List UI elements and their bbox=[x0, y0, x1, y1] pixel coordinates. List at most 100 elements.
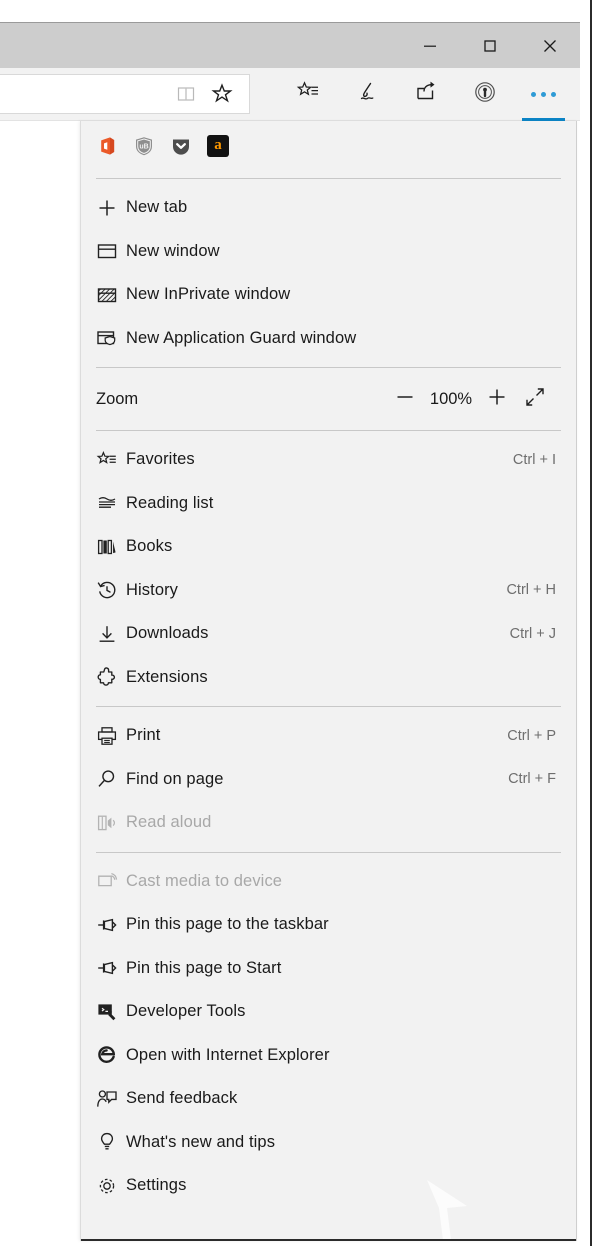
menu-item-extensions[interactable]: Extensions bbox=[81, 656, 576, 700]
window-top-strip bbox=[0, 0, 600, 22]
menu-item-print[interactable]: Print Ctrl + P bbox=[81, 714, 576, 758]
close-button[interactable] bbox=[520, 23, 580, 68]
menu-item-read-aloud[interactable]: Read aloud bbox=[81, 801, 576, 845]
zoom-row: Zoom 100% bbox=[81, 375, 576, 423]
menu-item-shortcut: Ctrl + I bbox=[513, 452, 556, 468]
gear-icon bbox=[96, 1174, 126, 1198]
share-button[interactable] bbox=[396, 68, 455, 121]
menu-item-label: Read aloud bbox=[126, 813, 211, 832]
star-icon[interactable] bbox=[209, 81, 235, 107]
amazon-icon[interactable]: a bbox=[207, 135, 229, 157]
minimize-icon bbox=[422, 38, 438, 54]
favorites-hub-button[interactable] bbox=[278, 68, 337, 121]
zoom-in-button[interactable] bbox=[478, 382, 516, 416]
menu-item-send-feedback[interactable]: Send feedback bbox=[81, 1077, 576, 1121]
menu-item-cast-media-to-device[interactable]: Cast media to device bbox=[81, 860, 576, 904]
reading-list-icon bbox=[96, 491, 126, 515]
internet-explorer-icon bbox=[96, 1043, 126, 1067]
plus-icon bbox=[96, 196, 126, 220]
pin-icon bbox=[96, 956, 126, 980]
menu-item-label: Print bbox=[126, 726, 160, 745]
ellipsis-icon bbox=[531, 92, 556, 97]
menu-bottom-edge bbox=[81, 1239, 577, 1241]
menu-item-label: New window bbox=[126, 242, 220, 261]
menu-item-pin-to-taskbar[interactable]: Pin this page to the taskbar bbox=[81, 903, 576, 947]
book-icon[interactable] bbox=[173, 81, 199, 107]
menu-item-history[interactable]: History Ctrl + H bbox=[81, 569, 576, 613]
menu-item-pin-to-start[interactable]: Pin this page to Start bbox=[81, 947, 576, 991]
shield-ub-icon[interactable]: uB bbox=[133, 135, 155, 157]
history-icon bbox=[96, 578, 126, 602]
menu-item-label: Send feedback bbox=[126, 1089, 237, 1108]
menu-item-developer-tools[interactable]: Developer Tools bbox=[81, 990, 576, 1034]
menu-item-shortcut: Ctrl + J bbox=[510, 626, 556, 642]
plus-icon bbox=[486, 386, 508, 413]
pin-icon bbox=[96, 913, 126, 937]
menu-item-reading-list[interactable]: Reading list bbox=[81, 482, 576, 526]
menu-item-label: New tab bbox=[126, 198, 187, 217]
menu-item-label: Extensions bbox=[126, 668, 208, 687]
menu-item-find-on-page[interactable]: Find on page Ctrl + F bbox=[81, 758, 576, 802]
menu-item-new-inprivate-window[interactable]: New InPrivate window bbox=[81, 273, 576, 317]
search-icon bbox=[96, 767, 126, 791]
menu-item-label: History bbox=[126, 581, 178, 600]
read-aloud-icon bbox=[96, 811, 126, 835]
settings-and-more-button[interactable] bbox=[514, 68, 573, 121]
menu-item-new-tab[interactable]: New tab bbox=[81, 186, 576, 230]
account-button[interactable] bbox=[455, 68, 514, 121]
zoom-controls: 100% bbox=[386, 382, 554, 416]
browser-window: uB a New tab bbox=[0, 0, 600, 1246]
toolbar-actions bbox=[278, 68, 573, 121]
menu-item-label: Reading list bbox=[126, 494, 213, 513]
feedback-icon bbox=[96, 1087, 126, 1111]
pen-icon bbox=[354, 79, 380, 110]
menu-item-label: Pin this page to Start bbox=[126, 959, 281, 978]
star-list-icon bbox=[96, 448, 126, 472]
browser-toolbar bbox=[0, 68, 580, 121]
menu-item-label: Books bbox=[126, 537, 172, 556]
minus-icon bbox=[394, 386, 416, 413]
menu-item-label: Settings bbox=[126, 1176, 186, 1195]
menu-item-open-with-internet-explorer[interactable]: Open with Internet Explorer bbox=[81, 1034, 576, 1078]
fullscreen-button[interactable] bbox=[516, 382, 554, 416]
share-icon bbox=[413, 79, 439, 110]
address-bar[interactable] bbox=[0, 74, 250, 114]
menu-item-new-application-guard-window[interactable]: New Application Guard window bbox=[81, 317, 576, 361]
menu-item-new-window[interactable]: New window bbox=[81, 230, 576, 274]
close-icon bbox=[541, 37, 559, 55]
minimize-button[interactable] bbox=[400, 23, 460, 68]
menu-item-label: Find on page bbox=[126, 770, 224, 789]
menu-item-whats-new-and-tips[interactable]: What's new and tips bbox=[81, 1121, 576, 1165]
application-guard-window-icon bbox=[96, 326, 126, 350]
settings-and-more-menu: uB a New tab bbox=[80, 121, 577, 1241]
zoom-label: Zoom bbox=[96, 390, 138, 409]
lightbulb-icon bbox=[96, 1130, 126, 1154]
title-bar bbox=[0, 22, 580, 68]
menu-item-label: Favorites bbox=[126, 450, 195, 469]
pocket-icon[interactable] bbox=[170, 135, 192, 157]
menu-item-label: Pin this page to the taskbar bbox=[126, 915, 329, 934]
maximize-button[interactable] bbox=[460, 23, 520, 68]
menu-item-label: New InPrivate window bbox=[126, 285, 290, 304]
office-icon[interactable] bbox=[96, 135, 118, 157]
menu-item-shortcut: Ctrl + F bbox=[508, 771, 556, 787]
menu-item-label: Downloads bbox=[126, 624, 209, 643]
developer-tools-icon bbox=[96, 1000, 126, 1024]
menu-item-label: Cast media to device bbox=[126, 872, 282, 891]
menu-item-label: New Application Guard window bbox=[126, 329, 356, 348]
svg-text:uB: uB bbox=[139, 144, 148, 151]
printer-icon bbox=[96, 724, 126, 748]
menu-item-shortcut: Ctrl + P bbox=[507, 728, 556, 744]
person-badge-icon bbox=[472, 79, 498, 110]
menu-item-favorites[interactable]: Favorites Ctrl + I bbox=[81, 438, 576, 482]
extensions-icon bbox=[96, 665, 126, 689]
menu-item-books[interactable]: Books bbox=[81, 525, 576, 569]
web-notes-button[interactable] bbox=[337, 68, 396, 121]
menu-item-downloads[interactable]: Downloads Ctrl + J bbox=[81, 612, 576, 656]
menu-item-settings[interactable]: Settings bbox=[81, 1164, 576, 1208]
books-icon bbox=[96, 535, 126, 559]
menu-separator bbox=[96, 430, 561, 431]
menu-separator bbox=[96, 178, 561, 179]
menu-item-label: What's new and tips bbox=[126, 1133, 275, 1152]
zoom-out-button[interactable] bbox=[386, 382, 424, 416]
